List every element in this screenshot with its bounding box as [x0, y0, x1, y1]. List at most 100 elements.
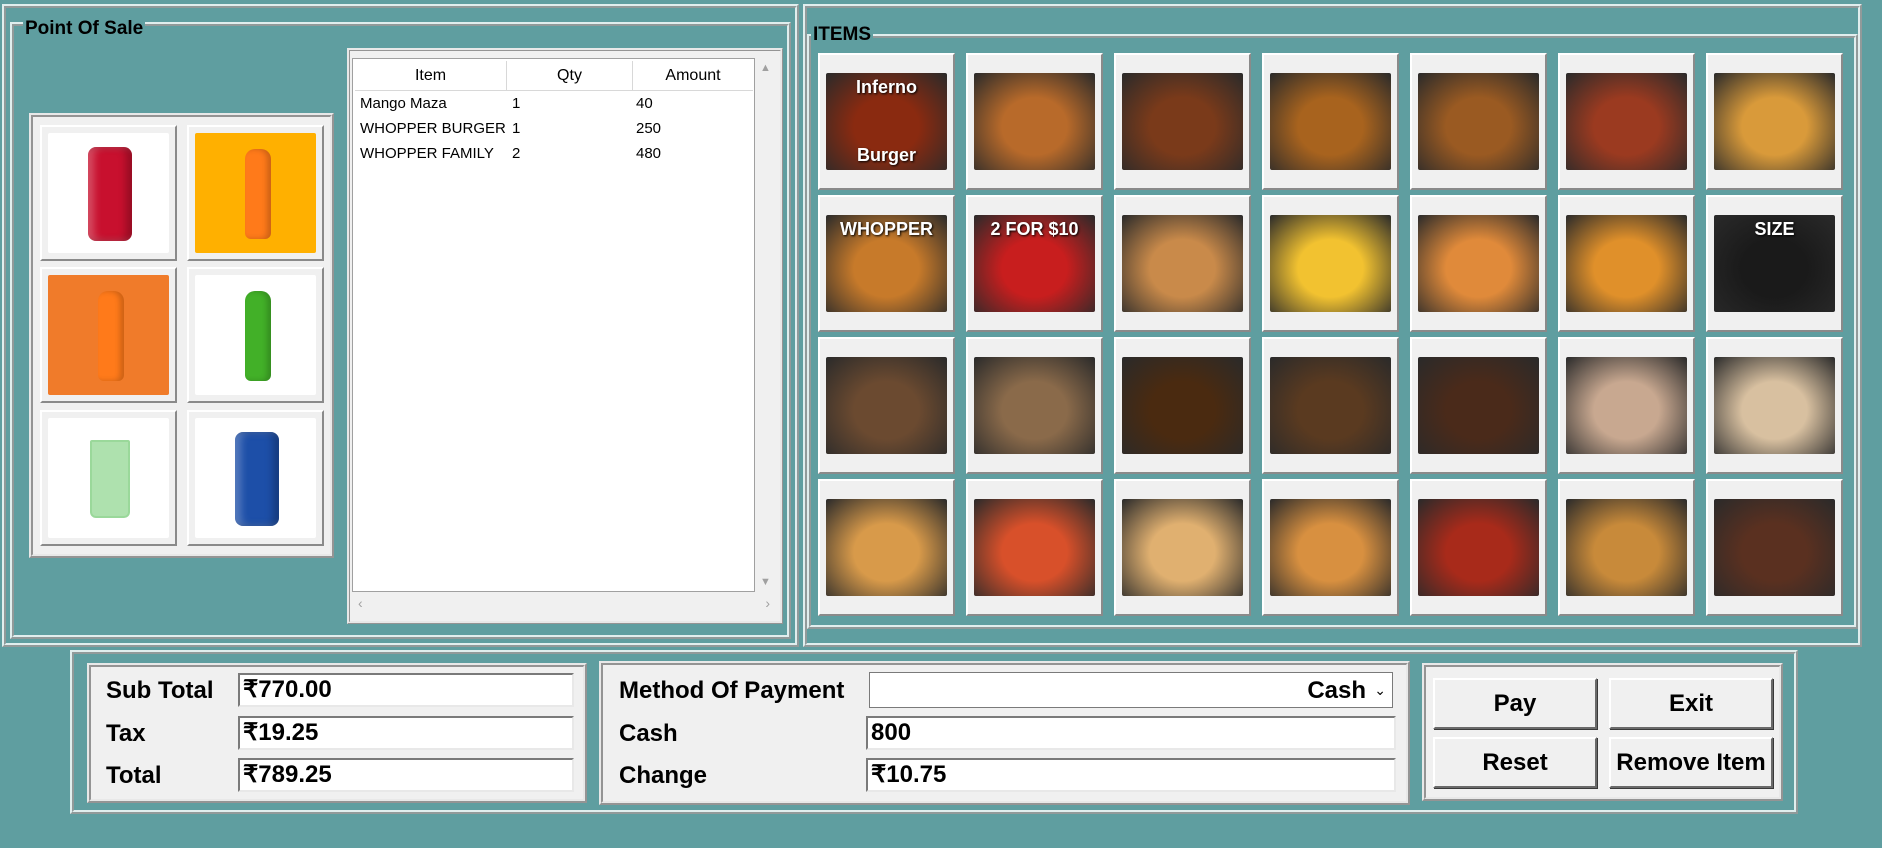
cell-amount: 480 [636, 144, 662, 162]
remove-item-button[interactable]: Remove Item [1609, 737, 1773, 788]
menu-item-tacos[interactable] [1558, 479, 1695, 616]
cheese-burger-image [1270, 73, 1391, 170]
menu-item-whopper[interactable]: WHOPPER [818, 195, 955, 332]
lime-soda-bottle-image [195, 275, 316, 395]
table-row[interactable]: Mango Maza 1 40 [360, 91, 756, 115]
pay-button[interactable]: Pay [1433, 678, 1597, 729]
menu-item-espresso[interactable] [1114, 337, 1251, 474]
sauce-tub-image: SIZE [1714, 215, 1835, 312]
menu-item-manchurian[interactable] [1410, 479, 1547, 616]
cell-item: Mango Maza [360, 94, 447, 112]
menu-item-noodles[interactable] [1262, 479, 1399, 616]
menu-item-frappe-duo[interactable] [966, 337, 1103, 474]
menu-item-french-fries-bowl[interactable] [1262, 195, 1399, 332]
scroll-right-icon[interactable]: › [765, 595, 770, 611]
menu-item-inferno-burger[interactable]: Inferno Burger [818, 53, 955, 190]
menu-item-wrap-snack[interactable] [1706, 53, 1843, 190]
pos-frame-title: Point Of Sale [23, 18, 146, 39]
table-row[interactable]: WHOPPER FAMILY 2 480 [360, 141, 756, 165]
exit-button[interactable]: Exit [1609, 678, 1773, 729]
drink-item-blue-can[interactable] [187, 410, 324, 546]
order-table-header: Item Qty Amount [355, 61, 753, 91]
menu-item-chicken-nuggets[interactable] [1410, 195, 1547, 332]
menu-item-chocolate-cake[interactable] [1410, 337, 1547, 474]
drink-item-coca-cola-can[interactable] [40, 125, 177, 261]
drink-item-orange-bottle[interactable] [40, 267, 177, 403]
tax-field[interactable]: ₹19.25 [238, 716, 574, 750]
cash-field[interactable]: 800 [866, 716, 1396, 750]
choco-cone-image [1714, 499, 1835, 596]
scroll-left-icon[interactable]: ‹ [358, 595, 363, 611]
menu-item-beef-burger[interactable] [1558, 53, 1695, 190]
spring-rolls-image [1122, 215, 1243, 312]
pasta-bowl-image [974, 499, 1095, 596]
menu-item-sauce-tub[interactable]: SIZE [1706, 195, 1843, 332]
method-of-payment-label: Method Of Payment [619, 677, 845, 704]
drink-item-mojito-glass[interactable] [40, 410, 177, 546]
mojito-glass-shape [90, 440, 130, 518]
burger-dark-bg-image [1122, 73, 1243, 170]
sauce-tub-caption: SIZE [1754, 219, 1795, 239]
veg-rolls-image [1122, 499, 1243, 596]
tax-label: Tax [106, 720, 146, 747]
beef-burger-image [1566, 73, 1687, 170]
scroll-down-icon[interactable]: ▼ [760, 576, 771, 588]
cell-item: WHOPPER BURGER [360, 119, 506, 137]
inferno-burger-caption-2: Burger [856, 145, 916, 165]
column-header-item[interactable]: Item [355, 61, 507, 90]
horizontal-scrollbar[interactable]: ‹ › [352, 593, 776, 613]
vertical-scrollbar[interactable]: ▲ ▼ [756, 58, 776, 592]
menu-item-two-for-ten[interactable]: 2 FOR $10 [966, 195, 1103, 332]
cash-label: Cash [619, 720, 678, 747]
menu-item-iced-coffee[interactable] [1262, 337, 1399, 474]
menu-item-fries-plate[interactable] [1558, 195, 1695, 332]
menu-item-pasta-bowl[interactable] [966, 479, 1103, 616]
menu-item-veg-rolls[interactable] [1114, 479, 1251, 616]
french-fries-bowl-image [1270, 215, 1391, 312]
change-label: Change [619, 762, 708, 789]
reset-button[interactable]: Reset [1433, 737, 1597, 788]
mango-bottle-image [195, 133, 316, 253]
tacos-image [1566, 499, 1687, 596]
menu-item-burger-white-bg[interactable] [966, 53, 1103, 190]
table-row[interactable]: WHOPPER BURGER 1 250 [360, 116, 756, 140]
menu-item-burger-black-bg[interactable] [1410, 53, 1547, 190]
blue-can-image [195, 418, 316, 538]
cell-qty: 1 [512, 94, 521, 112]
menu-item-samosa[interactable] [818, 479, 955, 616]
cell-qty: 1 [512, 119, 521, 137]
inferno-burger-caption: Inferno [856, 77, 917, 97]
ice-cream-cone-image [1714, 357, 1835, 454]
drink-item-lime-soda-bottle[interactable] [187, 267, 324, 403]
samosa-image [826, 499, 947, 596]
two-for-ten-caption: 2 FOR $10 [990, 219, 1079, 239]
column-header-amount[interactable]: Amount [633, 61, 753, 90]
blue-can-shape [235, 432, 279, 526]
coca-cola-can-shape [88, 147, 132, 241]
menu-item-spring-rolls[interactable] [1114, 195, 1251, 332]
burger-white-bg-image [974, 73, 1095, 170]
change-field[interactable]: ₹10.75 [866, 758, 1396, 792]
column-header-qty[interactable]: Qty [507, 61, 633, 90]
burger-black-bg-image [1418, 73, 1539, 170]
espresso-image [1122, 357, 1243, 454]
menu-item-burger-dark-bg[interactable] [1114, 53, 1251, 190]
menu-item-choco-cone[interactable] [1706, 479, 1843, 616]
wrap-snack-image [1714, 73, 1835, 170]
fries-plate-image [1566, 215, 1687, 312]
chocolate-cake-image [1418, 357, 1539, 454]
menu-item-hot-chocolate[interactable] [1558, 337, 1695, 474]
scroll-up-icon[interactable]: ▲ [760, 62, 771, 74]
noodles-image [1270, 499, 1391, 596]
mojito-glass-image [48, 418, 169, 538]
sub-total-field[interactable]: ₹770.00 [238, 673, 574, 707]
lime-soda-bottle-shape [245, 291, 271, 381]
menu-item-cappuccino[interactable] [818, 337, 955, 474]
menu-item-cheese-burger[interactable] [1262, 53, 1399, 190]
total-field[interactable]: ₹789.25 [238, 758, 574, 792]
payment-method-select[interactable]: Cash ⌄ [869, 672, 1393, 708]
menu-item-ice-cream-cone[interactable] [1706, 337, 1843, 474]
drink-item-mango-bottle[interactable] [187, 125, 324, 261]
inferno-burger-image: Inferno Burger [826, 73, 947, 170]
chevron-down-icon[interactable]: ⌄ [1374, 682, 1386, 699]
